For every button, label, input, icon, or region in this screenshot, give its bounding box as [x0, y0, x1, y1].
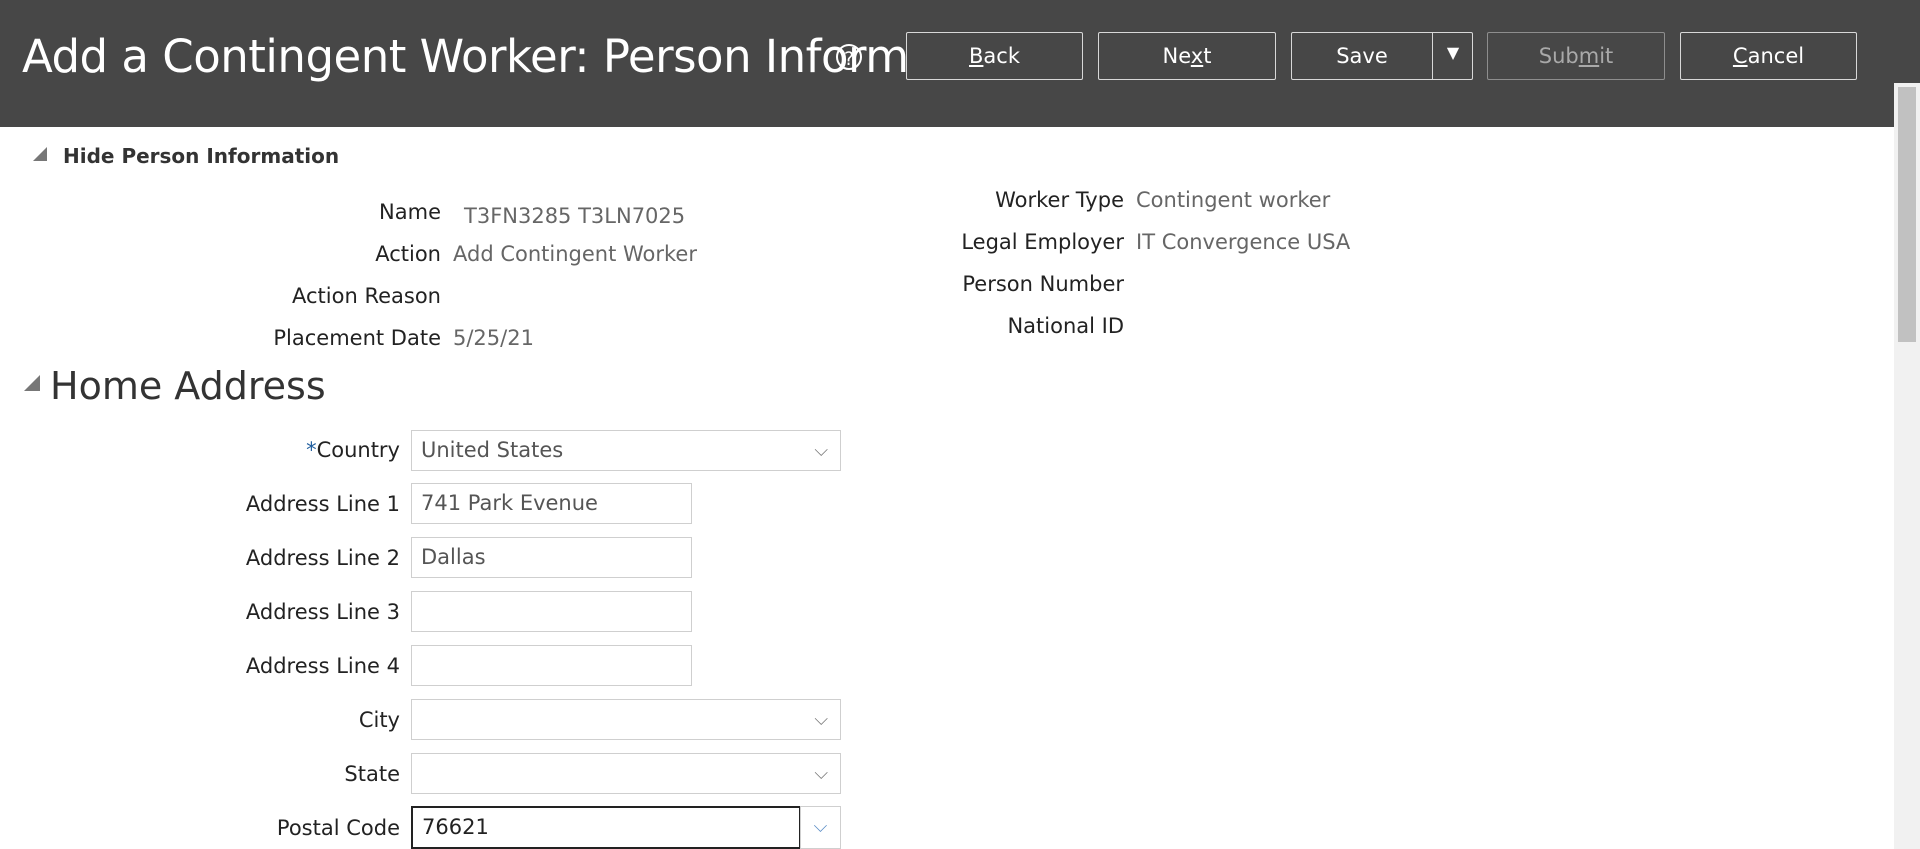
cancel-button[interactable]: Cancel	[1680, 32, 1857, 80]
address-line-3-input[interactable]	[411, 591, 692, 632]
address-line-1-label: Address Line 1	[245, 492, 400, 516]
hide-person-information-link[interactable]: Hide Person Information	[63, 144, 339, 168]
person-number-label: Person Number	[962, 272, 1124, 296]
postal-code-label: Postal Code	[276, 816, 400, 840]
next-button-accesskey: x	[1190, 44, 1204, 68]
next-button-label-pre: Ne	[1162, 44, 1191, 68]
triangle-down-icon: ▼	[1446, 43, 1460, 62]
header-bar: Add a Contingent Worker: Person Inform..…	[0, 0, 1920, 127]
country-select[interactable]: United States ⌵	[411, 430, 841, 471]
national-id-label: National ID	[1007, 314, 1124, 338]
address-line-3-label: Address Line 3	[245, 600, 400, 624]
legal-employer-label: Legal Employer	[961, 230, 1124, 254]
legal-employer-value: IT Convergence USA	[1136, 230, 1351, 254]
back-button[interactable]: Back	[906, 32, 1083, 80]
chevron-down-icon: ⌵	[814, 709, 828, 730]
chevron-down-icon: ⌵	[814, 440, 828, 461]
submit-button-label-post: it	[1599, 44, 1614, 68]
chevron-down-icon: ⌵	[813, 816, 828, 837]
required-indicator: *	[306, 438, 317, 462]
next-button[interactable]: Next	[1098, 32, 1276, 80]
scrollbar-thumb[interactable]	[1898, 87, 1916, 342]
postal-code-input[interactable]: 76621	[411, 806, 801, 849]
submit-button[interactable]: Submit	[1487, 32, 1665, 80]
page-title: Add a Contingent Worker: Person Inform..…	[22, 30, 951, 83]
back-button-accesskey: B	[969, 44, 984, 68]
worker-type-label: Worker Type	[995, 188, 1124, 212]
collapse-triangle-icon[interactable]	[33, 147, 47, 161]
country-select-value: United States	[421, 438, 564, 462]
save-options-dropdown[interactable]: ▼	[1433, 33, 1473, 79]
city-label: City	[358, 708, 400, 732]
cancel-button-accesskey: C	[1732, 44, 1748, 68]
cancel-button-label: ancel	[1747, 44, 1805, 68]
country-label-text: Country	[316, 438, 400, 462]
state-select[interactable]: ⌵	[411, 753, 841, 794]
country-label: *Country	[306, 438, 400, 462]
placement-date-value: 5/25/21	[453, 326, 534, 350]
city-select[interactable]: ⌵	[411, 699, 841, 740]
state-label: State	[344, 762, 400, 786]
vertical-scrollbar[interactable]	[1894, 83, 1920, 849]
address-line-4-label: Address Line 4	[245, 654, 400, 678]
chevron-down-icon: ⌵	[814, 763, 828, 784]
name-label: Name	[379, 200, 441, 224]
submit-button-accesskey: m	[1578, 44, 1600, 68]
back-button-label: ack	[983, 44, 1020, 68]
next-button-label-post: t	[1203, 44, 1212, 68]
placement-date-label: Placement Date	[273, 326, 441, 350]
action-value: Add Contingent Worker	[453, 242, 697, 266]
submit-button-label-pre: Sub	[1538, 44, 1579, 68]
address-line-1-input[interactable]: 741 Park Evenue	[411, 483, 692, 524]
address-line-2-label: Address Line 2	[245, 546, 400, 570]
postal-code-search-button[interactable]: ⌵	[800, 806, 841, 849]
name-value: T3FN3285 T3LN7025	[464, 204, 686, 228]
save-button[interactable]: Save	[1292, 33, 1432, 79]
address-line-2-input[interactable]: Dallas	[411, 537, 692, 578]
save-button-group: Save ▼	[1291, 32, 1473, 80]
address-line-4-input[interactable]	[411, 645, 692, 686]
action-reason-label: Action Reason	[292, 284, 441, 308]
section-collapse-icon[interactable]	[24, 375, 40, 391]
action-label: Action	[375, 242, 441, 266]
help-icon[interactable]: ?	[836, 44, 862, 70]
home-address-section-title: Home Address	[50, 364, 326, 408]
worker-type-value: Contingent worker	[1136, 188, 1331, 212]
